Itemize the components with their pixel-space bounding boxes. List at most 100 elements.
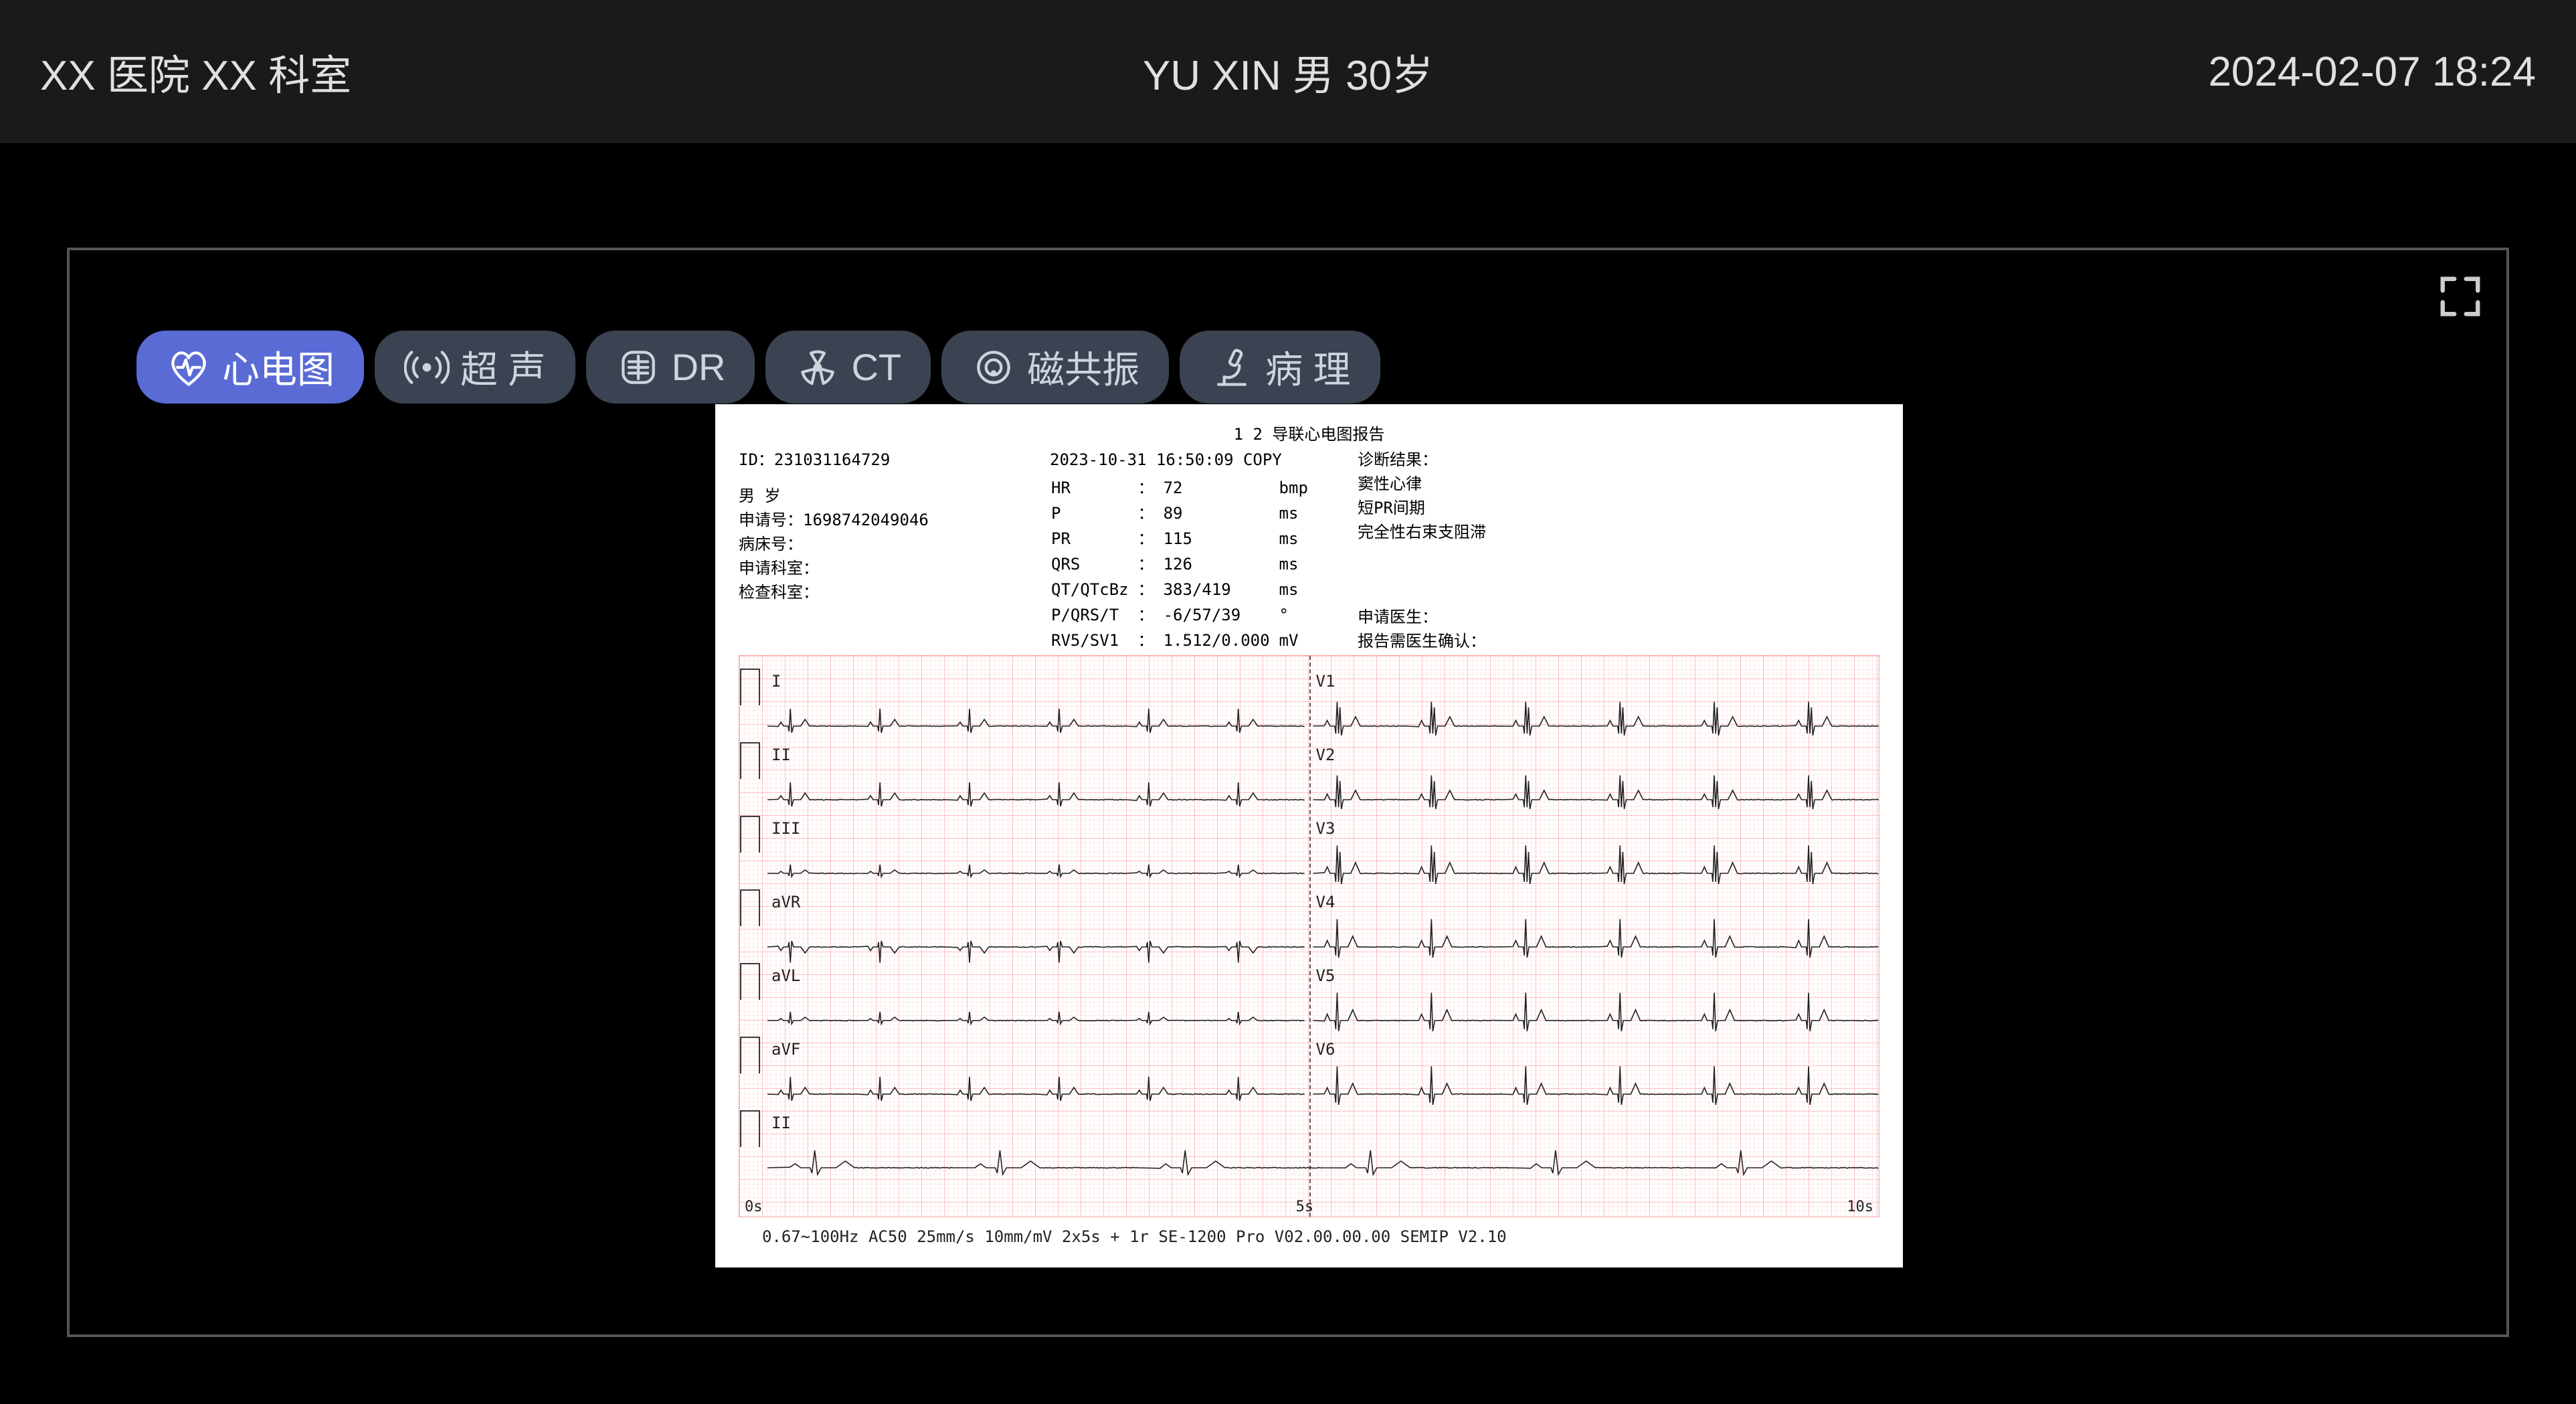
meas-value: -6/57/39 [1164, 603, 1278, 627]
meas-colon: ： [1138, 501, 1162, 525]
lead-row: aVLV5 [739, 984, 1879, 1057]
scale-5s: 5s [1296, 1199, 1314, 1215]
meas-key: PR [1051, 527, 1137, 551]
time-scale: 0s 5s 10s [745, 1199, 1873, 1215]
meas-value: 89 [1164, 501, 1278, 525]
measurement-row: P：89ms [1051, 501, 1316, 525]
diagnosis-line: 短PR间期 [1358, 496, 1486, 520]
meas-unit: ms [1279, 527, 1316, 551]
ecg-report-sheet: 1 2 导联心电图报告 ID：231031164729 男 岁 申请号：1698… [715, 404, 1903, 1267]
lead-label: II [771, 1114, 791, 1132]
mri-icon [971, 345, 1016, 390]
lead-label: aVF [771, 1040, 800, 1059]
tab-label: 磁共振 [1027, 340, 1139, 394]
measurement-row: P/QRS/T：-6/57/39° [1051, 603, 1316, 627]
meas-value: 1.512/0.000 [1164, 628, 1278, 652]
meas-colon: ： [1138, 628, 1162, 652]
id-value: 231031164729 [774, 450, 890, 469]
meas-unit: ms [1279, 578, 1316, 602]
patient-meta-block: ID：231031164729 男 岁 申请号：1698742049046 病床… [739, 448, 929, 604]
lead-row: IV1 [739, 689, 1879, 763]
measurement-block: 2023-10-31 16:50:09 COPY HR：72bmpP：89msP… [1050, 448, 1317, 679]
meas-colon: ： [1138, 552, 1162, 576]
measurement-row: HR：72bmp [1051, 476, 1316, 500]
recording-settings: 0.67~100Hz AC50 25mm/s 10mm/mV 2x5s + 1r… [762, 1227, 1507, 1246]
expand-icon[interactable] [2437, 273, 2484, 320]
modality-tabs: 心电图 超 声 [70, 250, 2506, 404]
exam-dept-label: 检查科室： [739, 580, 929, 604]
diagnosis-heading: 诊断结果： [1358, 448, 1486, 472]
lead-label: II [771, 745, 791, 764]
measurement-row: RV5/SV1：1.512/0.000mV [1051, 628, 1316, 652]
lead-row: IIIV3 [739, 837, 1879, 910]
measurement-row: QT/QTcBz：383/419ms [1051, 578, 1316, 602]
xray-icon [616, 345, 661, 390]
patient-summary: YU XIN 男 30岁 [872, 41, 1704, 102]
meas-colon: ： [1138, 578, 1162, 602]
tab-mri[interactable]: 磁共振 [941, 331, 1169, 404]
meas-value: 115 [1164, 527, 1278, 551]
lead-label: V4 [1316, 893, 1336, 911]
meas-colon: ： [1138, 476, 1162, 500]
lead-row: aVRV4 [739, 910, 1879, 984]
ecg-icon [166, 345, 211, 390]
sex-age: 男 岁 [739, 484, 929, 508]
microscope-icon [1209, 345, 1255, 390]
meas-unit: mV [1279, 628, 1316, 652]
meas-value: 72 [1164, 476, 1278, 500]
radiation-icon [795, 345, 840, 390]
tab-label: CT [851, 345, 901, 389]
meas-colon: ： [1138, 527, 1162, 551]
tab-ct[interactable]: CT [765, 331, 931, 404]
meas-value: 383/419 [1164, 578, 1278, 602]
tab-label: DR [672, 345, 726, 389]
tab-ultrasound[interactable]: 超 声 [375, 331, 575, 404]
diagnosis-line: 窦性心律 [1358, 472, 1486, 496]
ecg-trace [739, 763, 1879, 837]
measurement-table: HR：72bmpP：89msPR：115msQRS：126msQT/QTcBz：… [1050, 474, 1317, 679]
meas-value: 126 [1164, 552, 1278, 576]
tab-dr[interactable]: DR [586, 331, 755, 404]
lead-row: II [739, 1131, 1879, 1205]
ultrasound-icon [404, 345, 450, 390]
viewer-panel: 心电图 超 声 [67, 248, 2509, 1337]
scale-10s: 10s [1847, 1199, 1873, 1215]
ecg-trace [739, 910, 1879, 984]
meas-unit: ms [1279, 552, 1316, 576]
lead-label: aVL [771, 966, 800, 985]
ecg-trace [739, 984, 1879, 1057]
requesting-doctor: 申请医生： [1358, 605, 1486, 629]
diagnosis-block: 诊断结果： 窦性心律 短PR间期 完全性右束支阻滞 [1358, 448, 1486, 544]
tab-label: 心电图 [222, 340, 335, 394]
lead-label: V2 [1316, 745, 1336, 764]
scale-0s: 0s [745, 1199, 763, 1215]
measurement-row: QRS：126ms [1051, 552, 1316, 576]
meas-colon: ： [1138, 603, 1162, 627]
ecg-grid: IV1IIV2IIIV3aVRV4aVLV5aVFV6II 0s 5s 10s [739, 655, 1879, 1217]
lead-label: aVR [771, 893, 800, 911]
meas-key: HR [1051, 476, 1137, 500]
lead-label: V6 [1316, 1040, 1336, 1059]
hospital-department: XX 医院 XX 科室 [40, 41, 872, 102]
tab-pathology[interactable]: 病 理 [1180, 331, 1380, 404]
confirm-note: 报告需医生确认： [1358, 629, 1486, 653]
measurement-row: PR：115ms [1051, 527, 1316, 551]
request-no-value: 1698742049046 [803, 511, 929, 529]
meas-unit: bmp [1279, 476, 1316, 500]
header-datetime: 2024-02-07 18:24 [1704, 48, 2536, 96]
meas-key: P [1051, 501, 1137, 525]
id-label: ID： [739, 450, 774, 469]
report-title: 1 2 导联心电图报告 [715, 404, 1903, 444]
lead-label: V1 [1316, 672, 1336, 691]
request-no-label: 申请号： [739, 511, 803, 529]
meas-key: QT/QTcBz [1051, 578, 1137, 602]
lead-row: IIV2 [739, 763, 1879, 837]
ecg-trace [739, 689, 1879, 763]
capture-timestamp: 2023-10-31 16:50:09 COPY [1050, 448, 1317, 474]
lead-label: V3 [1316, 819, 1336, 838]
request-dept-label: 申请科室： [739, 556, 929, 580]
lead-label: I [771, 672, 781, 691]
tab-ecg[interactable]: 心电图 [136, 331, 364, 404]
meas-key: P/QRS/T [1051, 603, 1137, 627]
bed-label: 病床号： [739, 532, 929, 556]
